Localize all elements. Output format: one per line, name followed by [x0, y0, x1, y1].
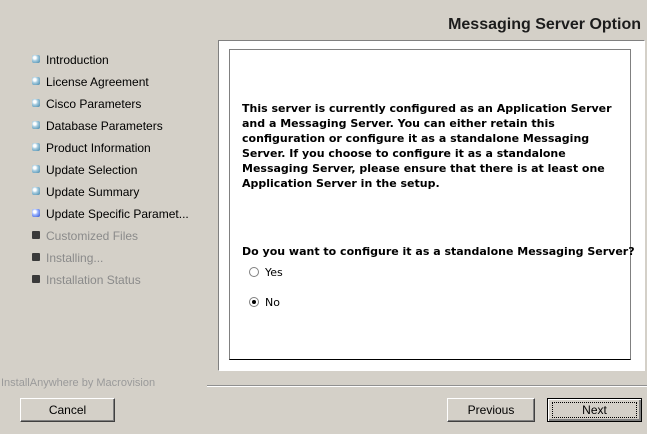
brand-label: InstallAnywhere by Macrovision	[1, 377, 156, 389]
step-pending-icon	[32, 231, 40, 239]
step-label: Database Parameters	[46, 119, 163, 133]
step-label: Cisco Parameters	[46, 97, 142, 111]
step-pending-icon	[32, 253, 40, 261]
step-license-agreement: License Agreement	[32, 75, 189, 97]
previous-button[interactable]: Previous	[447, 398, 535, 422]
step-product-information: Product Information	[32, 141, 189, 163]
step-label: Update Specific Paramet...	[46, 207, 189, 221]
footer-divider	[207, 385, 647, 387]
step-label: Product Information	[46, 141, 151, 155]
step-update-specific-parameters: Update Specific Paramet...	[32, 207, 189, 229]
radio-yes-label: Yes	[265, 266, 283, 279]
step-done-icon	[32, 77, 40, 85]
description-text: This server is currently configured as a…	[242, 102, 612, 190]
previous-button-label: Previous	[467, 403, 515, 417]
step-database-parameters: Database Parameters	[32, 119, 189, 141]
step-list: Introduction License Agreement Cisco Par…	[32, 53, 189, 295]
next-button[interactable]: Next	[547, 398, 642, 422]
step-label: Update Selection	[46, 163, 138, 177]
radio-unchecked-icon	[249, 267, 259, 277]
step-done-icon	[32, 99, 40, 107]
step-label: Update Summary	[46, 185, 140, 199]
radio-checked-icon	[249, 297, 259, 307]
radio-dot-icon	[252, 300, 256, 304]
step-update-selection: Update Selection	[32, 163, 189, 185]
step-cisco-parameters: Cisco Parameters	[32, 97, 189, 119]
next-button-label: Next	[582, 403, 607, 417]
step-customized-files: Customized Files	[32, 229, 189, 251]
question-text: Do you want to configure it as a standal…	[242, 245, 635, 258]
step-done-icon	[32, 121, 40, 129]
cancel-button-label: Cancel	[48, 403, 87, 417]
step-label: License Agreement	[46, 75, 149, 89]
step-update-summary: Update Summary	[32, 185, 189, 207]
step-done-icon	[32, 187, 40, 195]
step-introduction: Introduction	[32, 53, 189, 75]
step-label: Customized Files	[46, 229, 139, 243]
content-inner-panel	[229, 49, 631, 360]
step-label: Introduction	[46, 53, 109, 67]
step-label: Installing...	[46, 251, 104, 265]
step-installation-status: Installation Status	[32, 273, 189, 295]
step-installing: Installing...	[32, 251, 189, 273]
step-label: Installation Status	[46, 273, 141, 287]
step-pending-icon	[32, 275, 40, 283]
step-current-icon	[32, 209, 40, 217]
step-done-icon	[32, 143, 40, 151]
step-done-icon	[32, 165, 40, 173]
page-title: Messaging Server Option	[448, 16, 641, 33]
radio-no-label: No	[265, 296, 280, 309]
cancel-button[interactable]: Cancel	[20, 398, 115, 422]
step-done-icon	[32, 55, 40, 63]
